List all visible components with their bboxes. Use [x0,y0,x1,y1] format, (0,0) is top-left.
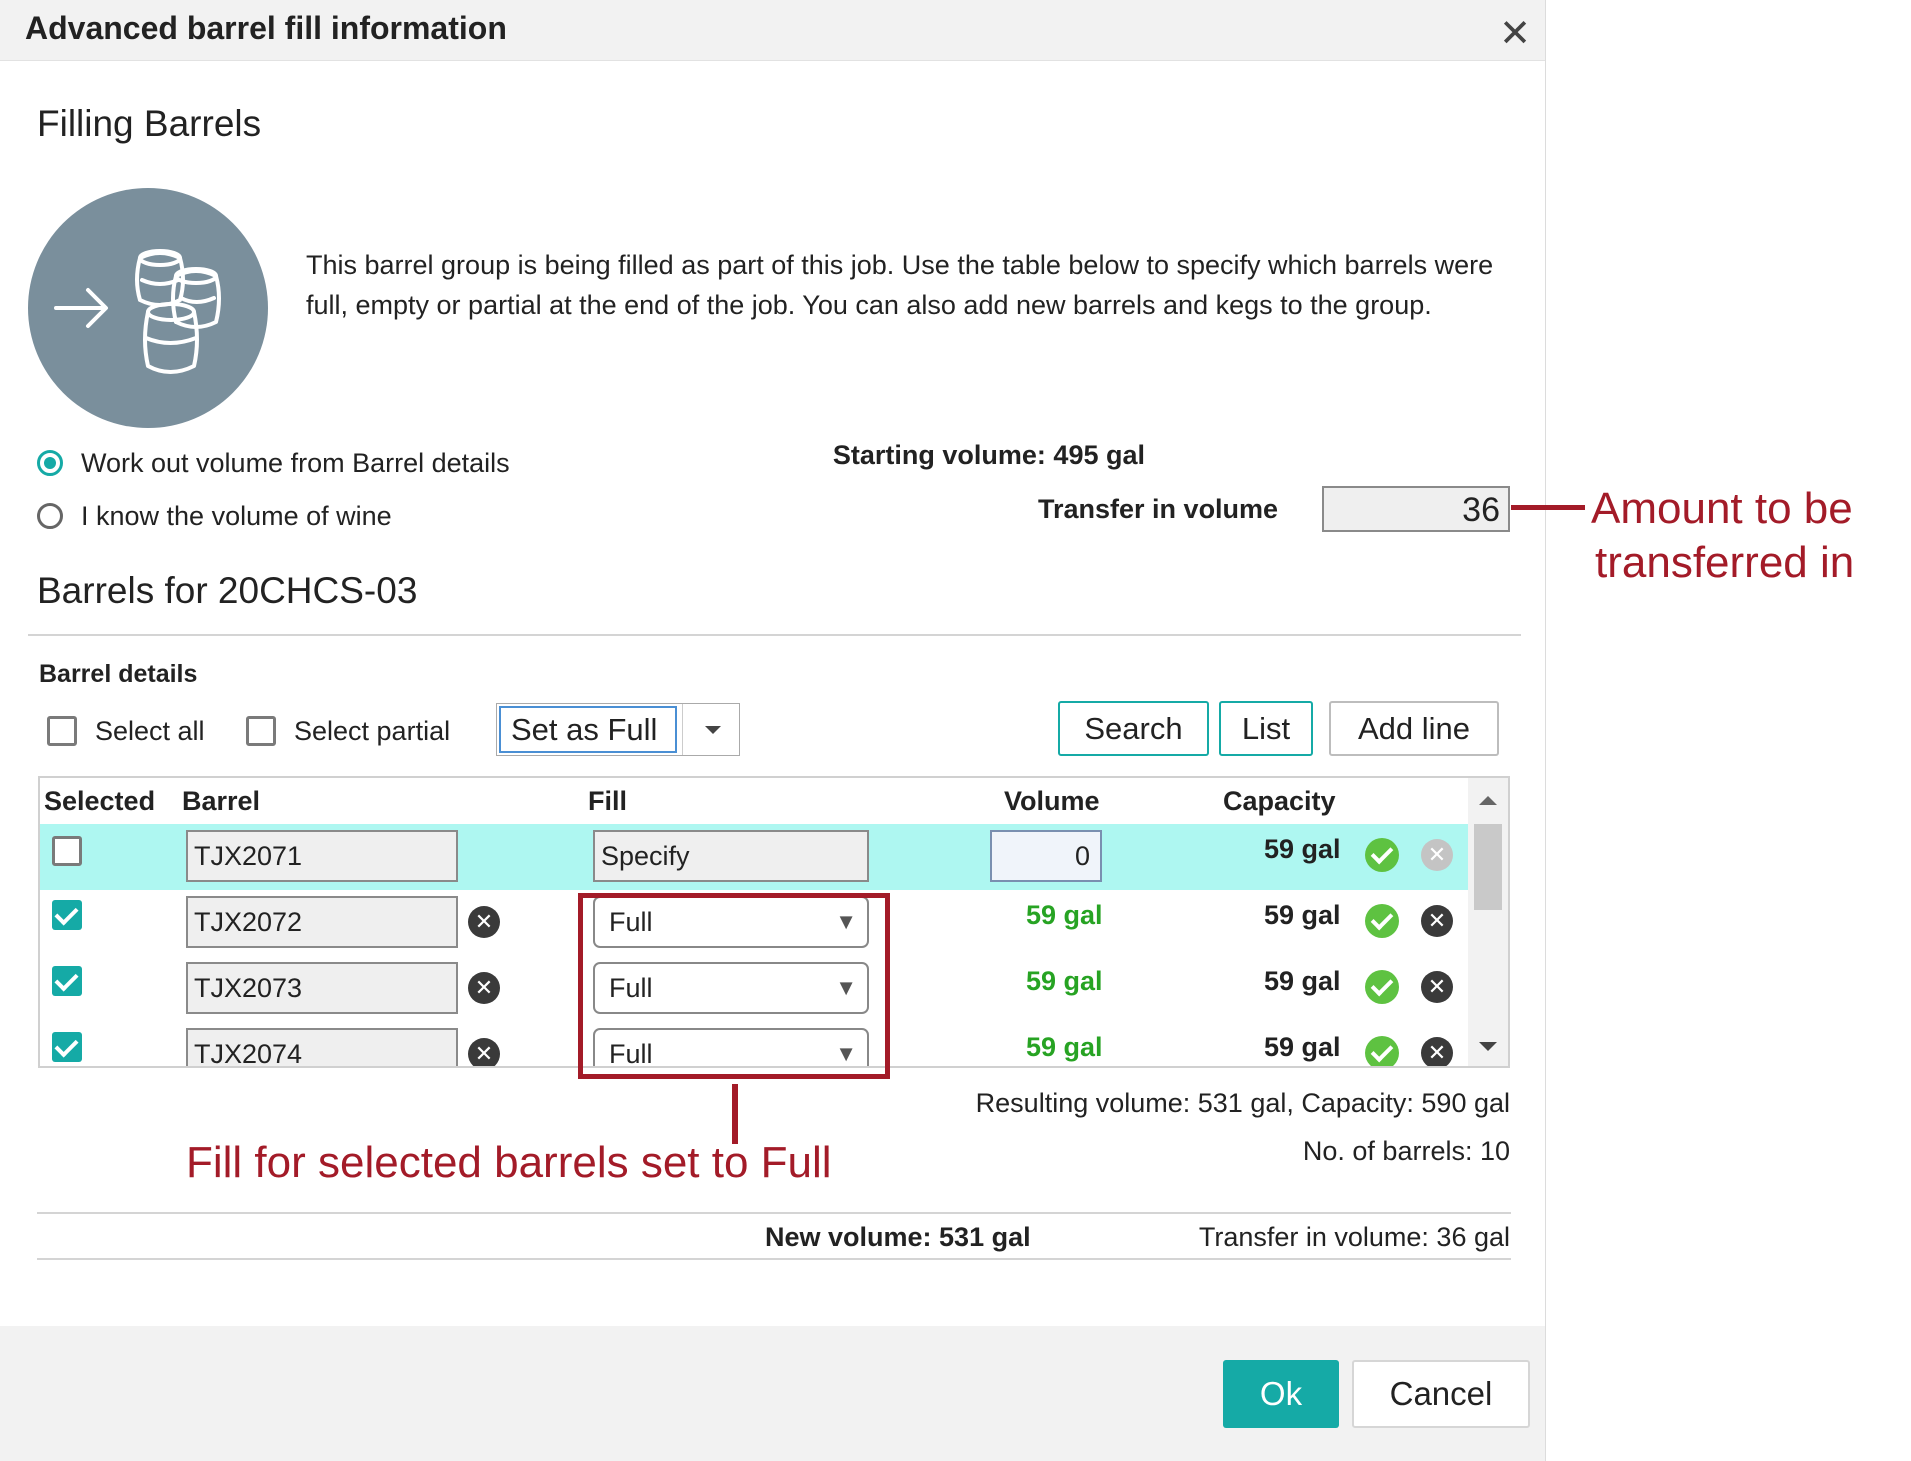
volume-field[interactable]: 0 [990,830,1102,882]
fill-annotation-box [578,893,890,1079]
set-as-dropdown[interactable]: Set as Full [496,703,740,756]
remove-icon[interactable]: ✕ [1421,839,1453,871]
scroll-up-icon[interactable] [1479,796,1497,805]
remove-icon[interactable]: ✕ [1421,1037,1453,1066]
capacity-value: 59 gal [1264,834,1341,864]
list-button[interactable]: List [1219,701,1313,756]
column-header-capacity: Capacity [1223,786,1336,816]
transfer-annotation-line [1511,505,1585,510]
radio-label: Work out volume from Barrel details [81,447,510,478]
barrels-transfer-icon [28,188,268,428]
select-partial-checkbox[interactable]: Select partial [246,711,450,751]
barrels-heading: Barrels for 20CHCS-03 [37,570,418,611]
resulting-volume: Resulting volume: 531 gal, Capacity: 590… [975,1088,1510,1118]
confirm-icon[interactable] [1365,904,1399,938]
confirm-icon[interactable] [1365,970,1399,1004]
row-checkbox-checked[interactable] [52,1032,82,1062]
remove-icon[interactable]: ✕ [1421,971,1453,1003]
fill-annotation-line [732,1084,738,1144]
search-button[interactable]: Search [1058,701,1209,756]
barrel-fill-dialog: Advanced barrel fill information ✕ Filli… [0,0,1546,1461]
scroll-down-icon[interactable] [1479,1042,1497,1051]
totals-divider-top [37,1212,1511,1214]
volume-value: 59 gal [1026,900,1103,930]
transfer-annotation-line1: Amount to be [1591,484,1853,533]
radio-checked-icon[interactable] [37,450,63,476]
set-as-value[interactable]: Set as Full [499,706,677,753]
filling-heading: Filling Barrels [37,103,262,144]
column-header-barrel: Barrel [182,786,261,816]
transfer-in-input[interactable]: 36 [1322,486,1510,532]
confirm-icon[interactable] [1365,1036,1399,1066]
clear-icon[interactable]: ✕ [468,972,500,1004]
capacity-value: 59 gal [1264,900,1341,930]
add-line-button[interactable]: Add line [1329,701,1499,756]
radio-work-out-volume[interactable]: Work out volume from Barrel details [37,443,510,483]
radio-label: I know the volume of wine [81,500,392,531]
totals-divider-bottom [37,1258,1511,1260]
barrel-id-field[interactable]: TJX2073 [186,962,458,1014]
volume-value: 59 gal [1026,1032,1103,1062]
checkbox-icon[interactable] [246,716,276,746]
remove-icon[interactable]: ✕ [1421,905,1453,937]
barrel-id-field[interactable]: TJX2071 [186,830,458,882]
column-header-fill: Fill [588,786,627,816]
intro-text: This barrel group is being filled as par… [306,250,1494,320]
row-checkbox-checked[interactable] [52,900,82,930]
new-volume: New volume: 531 gal [765,1222,1031,1252]
transfer-in-total: Transfer in volume: 36 gal [1198,1222,1510,1252]
select-all-label: Select all [95,715,205,746]
scroll-thumb[interactable] [1474,824,1502,910]
fill-field[interactable]: Specify [593,830,869,882]
capacity-value: 59 gal [1264,1032,1341,1062]
barrel-count: No. of barrels: 10 [1302,1136,1510,1166]
column-header-volume: Volume [1004,786,1100,816]
starting-volume: Starting volume: 495 gal [832,440,1145,470]
barrel-id-field[interactable]: TJX2072 [186,896,458,948]
select-partial-label: Select partial [294,715,451,746]
select-all-checkbox[interactable]: Select all [47,711,205,751]
row-checkbox-checked[interactable] [52,966,82,996]
barrel-id-field[interactable]: TJX2074 [186,1028,458,1066]
dialog-title: Advanced barrel fill information [25,10,507,46]
table-header: Selected Barrel Fill Volume Capacity [40,778,1470,824]
radio-know-volume[interactable]: I know the volume of wine [37,496,392,536]
table-scrollbar[interactable] [1468,778,1508,1066]
transfer-in-label: Transfer in volume [1038,494,1279,524]
clear-icon[interactable]: ✕ [468,906,500,938]
fill-annotation-text: Fill for selected barrels set to Full [186,1138,832,1187]
radio-unchecked-icon[interactable] [37,503,63,529]
transfer-annotation-line2: transferred in [1595,538,1855,587]
row-checkbox[interactable] [52,836,82,866]
chevron-down-icon[interactable] [682,704,739,755]
clear-icon[interactable]: ✕ [468,1038,500,1066]
ok-button[interactable]: Ok [1223,1360,1339,1428]
dialog-titlebar: Advanced barrel fill information ✕ [0,0,1545,61]
barrel-details-label: Barrel details [39,660,198,688]
volume-value: 59 gal [1026,966,1103,996]
table-row[interactable]: TJX2071 Specify 0 59 gal ✕ [40,824,1470,890]
cancel-button[interactable]: Cancel [1352,1360,1530,1428]
checkbox-icon[interactable] [47,716,77,746]
capacity-value: 59 gal [1264,966,1341,996]
section-divider [28,634,1521,636]
column-header-selected: Selected [44,786,156,816]
close-icon[interactable]: ✕ [1497,15,1533,53]
confirm-icon[interactable] [1365,838,1399,872]
